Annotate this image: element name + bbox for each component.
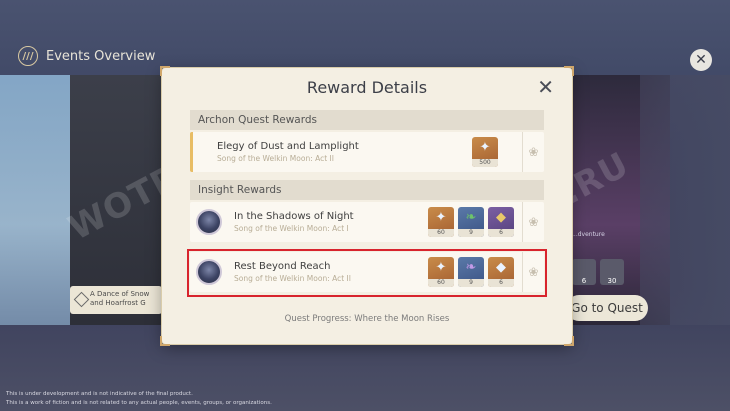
primogem-icon[interactable]: ✦ 500	[472, 137, 498, 167]
paw-icon: ❀	[522, 132, 544, 172]
events-icon: ///	[18, 46, 38, 66]
paw-icon: ❀	[522, 202, 544, 242]
reward-items: ✦ 500	[472, 137, 498, 167]
exp-book-icon[interactable]: ❧ 9	[458, 207, 484, 237]
corner-ornament	[160, 336, 170, 346]
reward-items: ✦ 60 ❧ 9 ◆ 6	[428, 207, 514, 237]
background-slot: 6	[572, 259, 596, 285]
reward-details-dialog: Reward Details ✕ Archon Quest Rewards El…	[160, 66, 574, 346]
reward-count: 500	[472, 159, 498, 167]
quest-subtitle: Song of the Welkin Moon: Act I	[234, 224, 349, 233]
corner-ornament	[160, 66, 170, 76]
background-slot: 30	[600, 259, 624, 285]
quest-text: In the Shadows of Night Song of the Welk…	[234, 211, 428, 233]
background-reward-slots: 6 30	[572, 259, 624, 285]
corner-ornament	[564, 336, 574, 346]
quest-progress: Quest Progress: Where the Moon Rises	[284, 314, 450, 324]
reward-count: 60	[428, 229, 454, 237]
corner-ornament	[564, 66, 574, 76]
reward-count: 9	[458, 229, 484, 237]
background-fade-right	[640, 75, 730, 325]
quest-subtitle: Song of the Welkin Moon: Act II	[217, 154, 334, 163]
event-tab-dance-of-snow[interactable]: A Dance of Snow and Hoarfrost G	[70, 286, 162, 314]
reward-count: 6	[488, 229, 514, 237]
highlight-box	[187, 249, 547, 297]
events-title: Events Overview	[46, 48, 156, 64]
quest-text: Elegy of Dust and Lamplight Song of the …	[217, 141, 472, 163]
events-header: /// Events Overview	[18, 46, 155, 66]
primogem-icon[interactable]: ✦ 60	[428, 207, 454, 237]
disclaimer-line: This is a work of fiction and is not rel…	[6, 400, 272, 406]
insight-quest-row: In the Shadows of Night Song of the Welk…	[190, 202, 544, 242]
close-icon[interactable]: ✕	[537, 75, 554, 99]
dialog-title: Reward Details	[306, 78, 428, 97]
insight-section-header: Insight Rewards	[190, 180, 544, 200]
disclaimer: This is under development and is not ind…	[6, 390, 272, 408]
quest-title: Elegy of Dust and Lamplight	[217, 141, 359, 152]
go-to-quest-button[interactable]: Go to Quest	[566, 295, 648, 321]
ore-icon[interactable]: ◆ 6	[488, 207, 514, 237]
background-scene-left	[0, 75, 78, 325]
archon-quest-row: Elegy of Dust and Lamplight Song of the …	[190, 132, 544, 172]
quest-title: In the Shadows of Night	[234, 211, 354, 222]
archon-section-header: Archon Quest Rewards	[190, 110, 544, 130]
background-right-text: ...dventure	[572, 231, 605, 238]
disclaimer-line: This is under development and is not ind…	[6, 391, 193, 397]
quest-avatar	[196, 209, 222, 235]
close-events-button[interactable]: ✕	[690, 49, 712, 71]
